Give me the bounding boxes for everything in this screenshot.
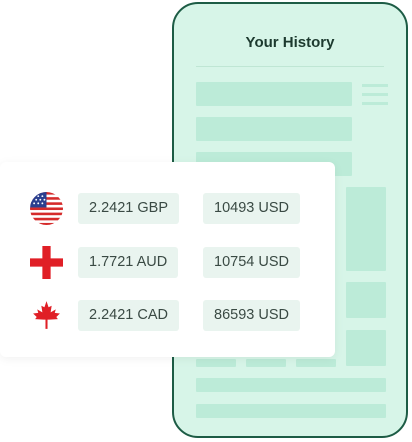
history-placeholder-tile [296,359,336,367]
history-placeholder-bar [196,404,386,418]
conversion-card: 2.2421 GBP 10493 USD 1.7721 AUD 10754 US… [0,162,335,357]
canada-flag-icon [33,301,60,329]
header-divider [196,66,384,67]
history-placeholder-block [346,187,386,271]
menu-icon-line [362,102,388,105]
cross-flag-icon [30,246,63,279]
history-placeholder-tile [346,330,386,366]
amount-value: 86593 USD [203,300,300,331]
history-placeholder-tile [196,359,236,367]
history-title: Your History [245,34,335,51]
menu-icon-line [362,84,388,87]
history-placeholder-bar [196,378,386,392]
amount-value: 10754 USD [203,247,300,278]
rate-value: 1.7721 AUD [78,247,179,278]
us-flag-icon [30,192,63,225]
history-placeholder-tile [246,359,286,367]
amount-value: 10493 USD [203,193,300,224]
rate-value: 2.2421 GBP [78,193,179,224]
rate-value: 2.2421 CAD [78,300,179,331]
history-placeholder-tile [346,282,386,318]
history-placeholder-bar [196,117,352,141]
menu-icon-line [362,93,388,96]
history-placeholder-bar [196,82,352,106]
